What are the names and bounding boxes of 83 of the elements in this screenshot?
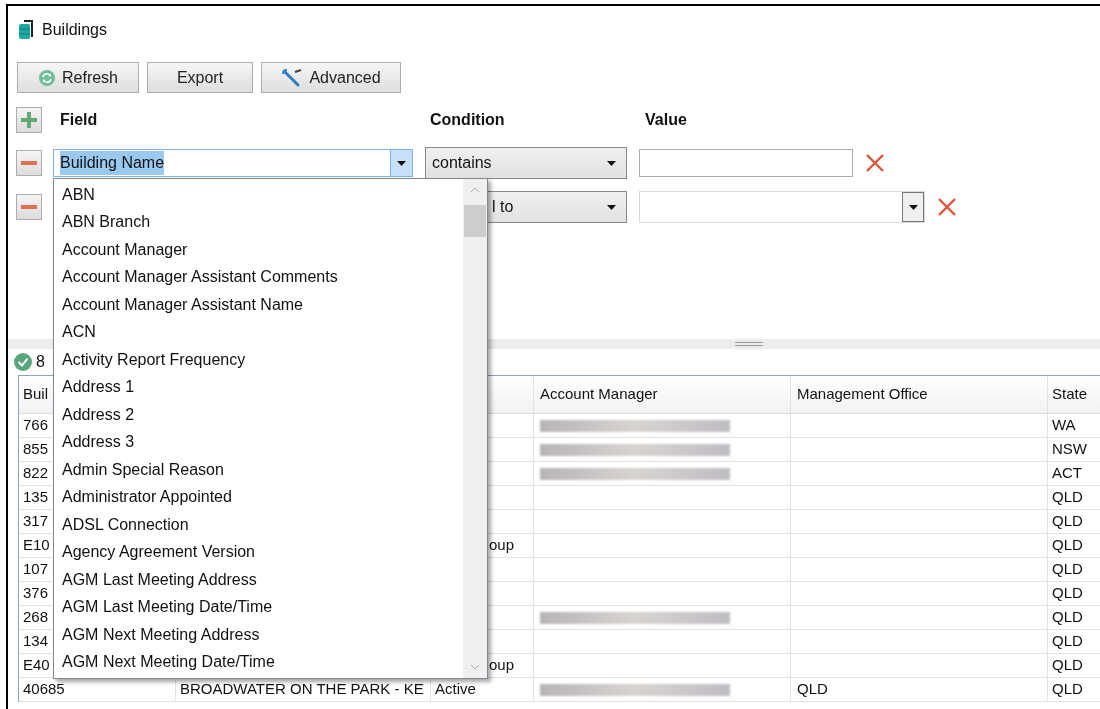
table-cell-text: 317 bbox=[23, 511, 49, 532]
caret-icon bbox=[607, 160, 616, 166]
table-cell-text: oup bbox=[489, 655, 515, 676]
table-cell-text: 376 bbox=[23, 583, 49, 604]
table-cell-text: 855 bbox=[23, 439, 49, 460]
table-cell-text: QLD bbox=[1052, 535, 1083, 556]
chevron-up-icon[interactable] bbox=[470, 187, 480, 193]
add-button[interactable] bbox=[16, 107, 42, 133]
table-cell-text: E10 bbox=[23, 535, 50, 556]
window-title: Buildings bbox=[42, 20, 107, 40]
refresh-icon bbox=[38, 68, 56, 87]
dropdown-button[interactable] bbox=[902, 192, 924, 222]
table-cell-text: QLD bbox=[1052, 583, 1083, 604]
dropdown-item[interactable]: ADSL Connection bbox=[54, 511, 463, 539]
field-combo[interactable]: Building Name bbox=[53, 149, 413, 177]
dropdown-item[interactable]: Agency Agreement Version bbox=[54, 538, 463, 566]
value-field[interactable] bbox=[639, 149, 853, 177]
remove-button[interactable] bbox=[16, 150, 42, 176]
caret-icon bbox=[397, 160, 406, 166]
table-cell-text: NSW bbox=[1052, 439, 1087, 460]
table-cell-text: 268 bbox=[23, 607, 49, 628]
caret-icon bbox=[908, 204, 918, 210]
table-cell-text: QLD bbox=[1052, 559, 1083, 580]
table-cell-text: QLD bbox=[797, 679, 828, 700]
dropdown-button[interactable] bbox=[390, 150, 412, 176]
scrollbar-thumb[interactable] bbox=[464, 205, 486, 237]
table-cell-text: 766 bbox=[23, 415, 49, 436]
table-cell-text: QLD bbox=[1052, 607, 1083, 628]
table-cell-text: QLD bbox=[1052, 487, 1083, 508]
dropdown-item[interactable]: AGM Last Meeting Address bbox=[54, 566, 463, 594]
chevron-down-icon[interactable] bbox=[470, 664, 480, 670]
dropdown-item[interactable]: AGM Next Meeting Date/Time bbox=[54, 648, 463, 676]
toolbar-button[interactable]: Advanced bbox=[261, 62, 401, 93]
table-cell-text: QLD bbox=[1052, 631, 1083, 652]
close-icon[interactable] bbox=[937, 197, 957, 217]
dropdown-item[interactable]: ACN bbox=[54, 318, 463, 346]
table-cell-text: ACT bbox=[1052, 463, 1082, 484]
dropdown-item[interactable]: Activity Report Frequency bbox=[54, 346, 463, 374]
table-cell-text: E40 bbox=[23, 655, 50, 676]
table-cell-text: oup bbox=[489, 535, 515, 556]
condition-combo[interactable]: contains bbox=[425, 147, 627, 179]
table-cell-text: QLD bbox=[1052, 511, 1083, 532]
wrench-icon bbox=[281, 67, 304, 88]
dropdown-item[interactable]: Account Manager Assistant Comments bbox=[54, 263, 463, 291]
grip-icon bbox=[735, 342, 763, 346]
minus-icon bbox=[21, 161, 37, 165]
table-cell-text: WA bbox=[1052, 415, 1076, 436]
dropdown-item[interactable]: Account Manager bbox=[54, 236, 463, 264]
table-cell-text: 134 bbox=[23, 631, 49, 652]
dropdown-item[interactable]: Address 1 bbox=[54, 373, 463, 401]
table-cell-text: QLD bbox=[1052, 655, 1083, 676]
table-cell-text: QLD bbox=[1052, 679, 1083, 700]
column-label: Value bbox=[645, 110, 687, 130]
plus-icon bbox=[21, 112, 37, 128]
table-cell-text: 135 bbox=[23, 487, 49, 508]
record-count: 8 bbox=[36, 352, 45, 372]
table-cell-text: Active bbox=[435, 679, 476, 700]
remove-button[interactable] bbox=[16, 194, 42, 220]
combo-value: Building Name bbox=[60, 151, 165, 175]
dropdown-item[interactable]: Address 3 bbox=[54, 428, 463, 456]
caret-icon bbox=[607, 204, 616, 210]
toolbar-button[interactable]: Export bbox=[147, 62, 253, 93]
dropdown-item[interactable]: Address 2 bbox=[54, 401, 463, 429]
dropdown-item[interactable]: AGM Next Meeting Address bbox=[54, 621, 463, 649]
dropdown-item[interactable]: Administrator Appointed bbox=[54, 483, 463, 511]
table-cell-text: 822 bbox=[23, 463, 49, 484]
check-circle-icon bbox=[14, 353, 32, 371]
column-label: Condition bbox=[430, 110, 506, 130]
table-cell-text: 40685 bbox=[23, 679, 65, 700]
dropdown-item[interactable]: Account Manager Assistant Name bbox=[54, 291, 463, 319]
book-stack-icon bbox=[18, 20, 34, 40]
column-header[interactable]: Account Manager bbox=[534, 376, 791, 413]
dropdown-item[interactable]: AGM Last Meeting Date/Time bbox=[54, 593, 463, 621]
table-cell-text: BROADWATER ON THE PARK - KE bbox=[180, 679, 424, 700]
column-header[interactable]: Management Office bbox=[791, 376, 1048, 413]
table-cell-text: 107 bbox=[23, 559, 49, 580]
column-header[interactable]: State bbox=[1048, 376, 1100, 413]
close-icon[interactable] bbox=[865, 153, 885, 173]
minus-icon bbox=[21, 205, 37, 209]
dropdown-item[interactable]: Admin Special Reason bbox=[54, 456, 463, 484]
toolbar-button[interactable]: Refresh bbox=[17, 62, 139, 93]
column-label: Field bbox=[60, 110, 99, 130]
scrollbar[interactable] bbox=[463, 179, 487, 678]
